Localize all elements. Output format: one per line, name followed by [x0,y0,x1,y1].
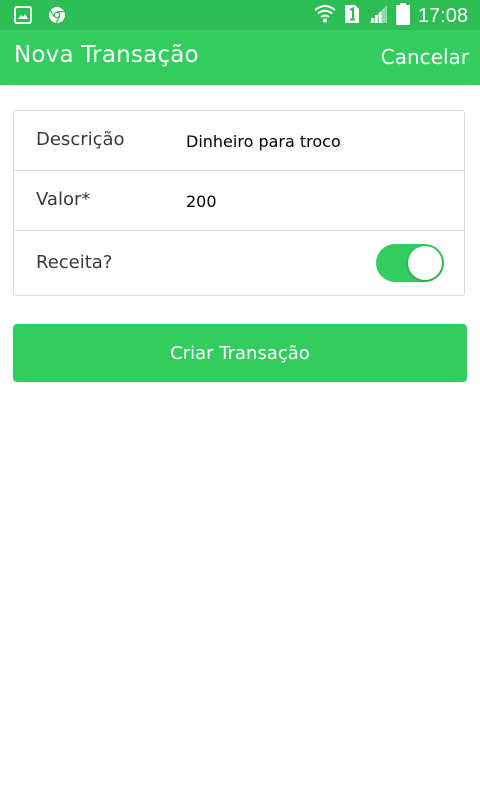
description-row[interactable]: Descrição [14,111,464,171]
chrome-icon [48,6,66,28]
sim-1-icon [344,4,360,28]
notification-icons [14,6,66,28]
status-bar: 17:08 [0,0,480,30]
description-label: Descrição [36,129,125,150]
income-toggle[interactable] [376,244,444,282]
page-title: Nova Transação [14,42,199,68]
cancel-button[interactable]: Cancelar [381,45,469,69]
amount-input[interactable] [186,192,446,211]
description-input[interactable] [186,132,446,151]
signal-icon [368,4,388,28]
battery-icon [395,3,410,29]
toggle-knob [408,246,442,280]
clock-time: 17:08 [417,5,468,27]
amount-row[interactable]: Valor* [14,171,464,231]
gallery-icon [14,6,32,28]
transaction-form: Descrição Valor* Receita? [13,110,465,296]
create-transaction-button[interactable]: Criar Transação [13,324,467,382]
income-row: Receita? [14,231,464,295]
system-status: 17:08 [314,3,468,29]
wifi-icon [314,4,336,28]
amount-label: Valor* [36,189,91,210]
app-bar: Nova Transação Cancelar [0,30,480,85]
income-label: Receita? [36,252,113,273]
